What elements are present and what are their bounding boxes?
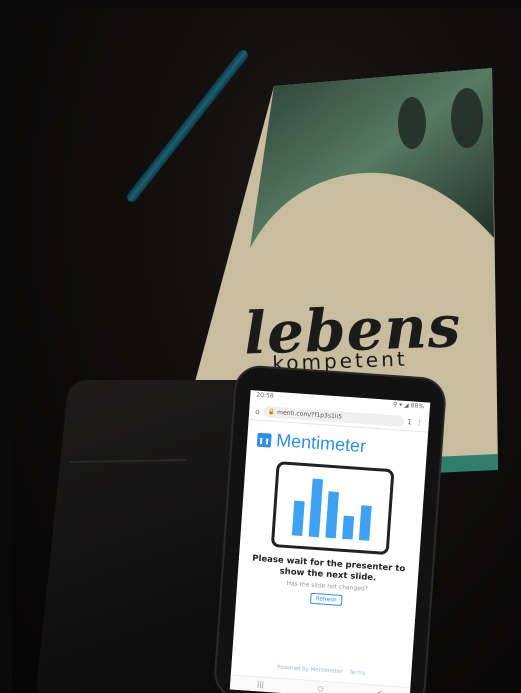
status-icons: ⚲ ▾ ◢ 88% — [392, 401, 425, 411]
photo-frame: lebens kompetent 20:58 ⚲ ▾ ◢ 88% ⌂ 🔒 men… — [12, 8, 521, 693]
home-icon[interactable]: ⌂ — [255, 407, 260, 415]
illustration-bar — [291, 500, 305, 537]
back-icon[interactable]: < — [377, 689, 383, 693]
mentimeter-logo-icon — [256, 432, 272, 448]
waiting-illustration — [270, 461, 395, 556]
status-time: 20:58 — [256, 391, 274, 400]
menu-kebab-icon[interactable]: ⋮ — [416, 418, 424, 426]
lock-icon: 🔒 — [267, 408, 276, 416]
illustration-bar — [342, 515, 355, 540]
phone-screen: 20:58 ⚲ ▾ ◢ 88% ⌂ 🔒 menti.com/?f1p3s1li5… — [229, 390, 431, 693]
bar-chart-illustration — [291, 478, 372, 541]
powered-by-link[interactable]: Powered by Mentimeter — [277, 665, 343, 676]
hiker-figure — [398, 97, 426, 149]
brand-name: Mentimeter — [275, 430, 367, 457]
terms-link[interactable]: Terms — [349, 670, 366, 677]
illustration-bar — [325, 491, 339, 539]
hiker-figure — [451, 88, 483, 148]
recent-apps-icon[interactable]: ||| — [257, 680, 265, 688]
illustration-bar — [308, 478, 324, 538]
illustration-bar — [358, 505, 372, 541]
refresh-button[interactable]: Refresh — [309, 592, 343, 606]
url-text: menti.com/?f1p3s1li5 — [276, 408, 343, 421]
home-button-icon[interactable]: ○ — [317, 684, 324, 692]
tabs-count-icon[interactable]: 1 — [407, 418, 412, 426]
